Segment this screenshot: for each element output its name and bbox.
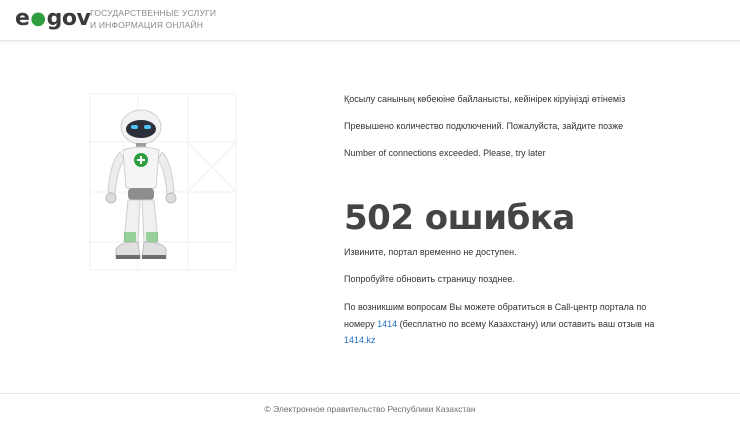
logo-globe-icon: ●: [30, 8, 46, 29]
robot-illustration: [88, 92, 238, 272]
tagline-line-1: ГОСУДАРСТВЕННЫЕ УСЛУГИ: [90, 8, 217, 18]
logo-suffix: gov: [46, 6, 91, 31]
site-link[interactable]: 1414.kz: [344, 335, 376, 345]
egov-logo[interactable]: e ● gov: [15, 6, 91, 32]
message-russian: Превышено количество подключений. Пожалу…: [344, 121, 624, 131]
message-kazakh: Қосылу санының көбеюіне байланысты, кейі…: [344, 94, 626, 104]
error-title: 502 ошибка: [344, 198, 575, 238]
footer-copyright: © Электронное правительство Республики К…: [264, 404, 476, 414]
logo-prefix: e: [15, 6, 30, 31]
footer: © Электронное правительство Республики К…: [0, 393, 740, 427]
message-english: Number of connections exceeded. Please, …: [344, 148, 546, 158]
site-tagline: ГОСУДАРСТВЕННЫЕ УСЛУГИ И ИНФОРМАЦИЯ ОНЛА…: [90, 7, 216, 31]
contact-text-2: (бесплатно по всему Казахстану) или оста…: [397, 318, 655, 329]
phone-link[interactable]: 1414: [377, 319, 397, 329]
refresh-text: Попробуйте обновить страницу позднее.: [344, 274, 515, 284]
unavailable-text: Извините, портал временно не доступен.: [344, 247, 517, 257]
tagline-line-2: И ИНФОРМАЦИЯ ОНЛАЙН: [90, 20, 204, 30]
header: e ● gov ГОСУДАРСТВЕННЫЕ УСЛУГИ И ИНФОРМАЦИ…: [0, 0, 740, 41]
contact-info: По возникшим вопросам Вы можете обратить…: [344, 299, 674, 349]
